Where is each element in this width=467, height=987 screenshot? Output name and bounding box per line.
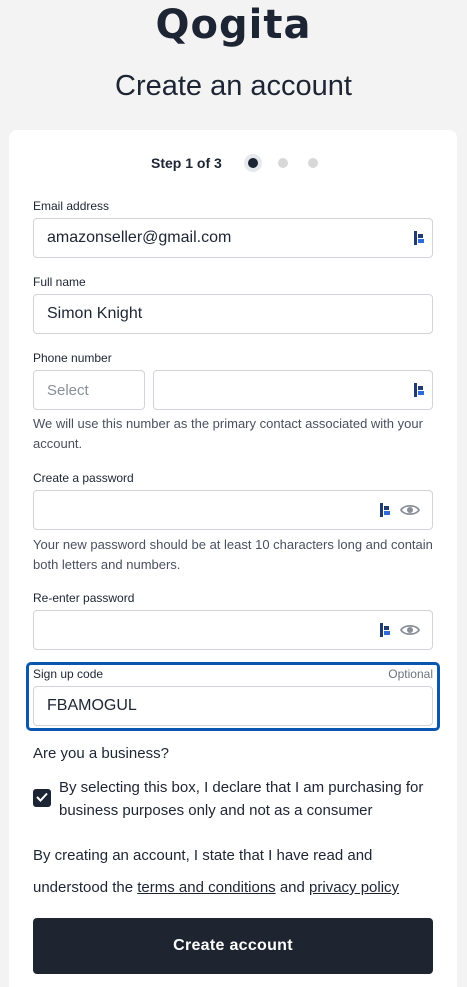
password-hint: Your new password should be at least 10 … <box>33 537 433 572</box>
full-name-field[interactable]: Simon Knight <box>33 294 433 334</box>
business-checkbox[interactable] <box>33 789 51 807</box>
legal-and: and <box>279 879 305 896</box>
password-confirm-field[interactable] <box>33 610 433 650</box>
signup-code-label: Sign up code <box>33 667 104 681</box>
email-label: Email address <box>33 199 110 213</box>
signup-code-field[interactable]: FBAMOGUL <box>33 686 433 726</box>
stepper: Step 1 of 3 <box>151 155 338 171</box>
full-name-value: Simon Knight <box>47 305 143 322</box>
step-dot-3 <box>307 158 318 168</box>
eye-icon[interactable] <box>399 623 421 637</box>
privacy-link[interactable]: privacy policy <box>309 879 399 896</box>
create-account-button[interactable]: Create account <box>33 918 433 974</box>
email-value: amazonseller@gmail.com <box>47 229 232 246</box>
business-question: Are you a business? <box>33 745 169 762</box>
optional-tag: Optional <box>388 667 433 681</box>
business-checkbox-label[interactable]: By selecting this box, I declare that I … <box>59 776 439 822</box>
page-title: Create an account <box>115 70 352 102</box>
phone-label: Phone number <box>33 351 112 365</box>
country-code-select[interactable]: Select <box>33 370 145 410</box>
legal-text: By creating an account, I state that I h… <box>33 840 443 904</box>
country-code-placeholder: Select <box>47 381 89 399</box>
step-dot-2 <box>277 158 288 168</box>
full-name-label: Full name <box>33 275 86 289</box>
phone-number-field[interactable] <box>153 370 433 410</box>
terms-link[interactable]: terms and conditions <box>137 879 275 896</box>
password-field[interactable] <box>33 490 433 530</box>
checkmark-icon <box>36 789 48 807</box>
keeper-icon[interactable] <box>414 230 426 246</box>
signup-code-value: FBAMOGUL <box>47 697 137 714</box>
password-label: Create a password <box>33 471 134 485</box>
keeper-icon[interactable] <box>380 502 392 518</box>
password-confirm-label: Re-enter password <box>33 591 135 605</box>
keeper-icon[interactable] <box>414 382 426 398</box>
qogita-logo: Qogita <box>155 2 312 48</box>
email-field[interactable]: amazonseller@gmail.com <box>33 218 433 258</box>
phone-hint: We will use this number as the primary c… <box>33 416 423 451</box>
keeper-icon[interactable] <box>380 622 392 638</box>
step-dots <box>247 158 338 168</box>
step-indicator-text: Step 1 of 3 <box>151 155 222 171</box>
step-dot-1 <box>247 158 258 168</box>
eye-icon[interactable] <box>399 503 421 517</box>
